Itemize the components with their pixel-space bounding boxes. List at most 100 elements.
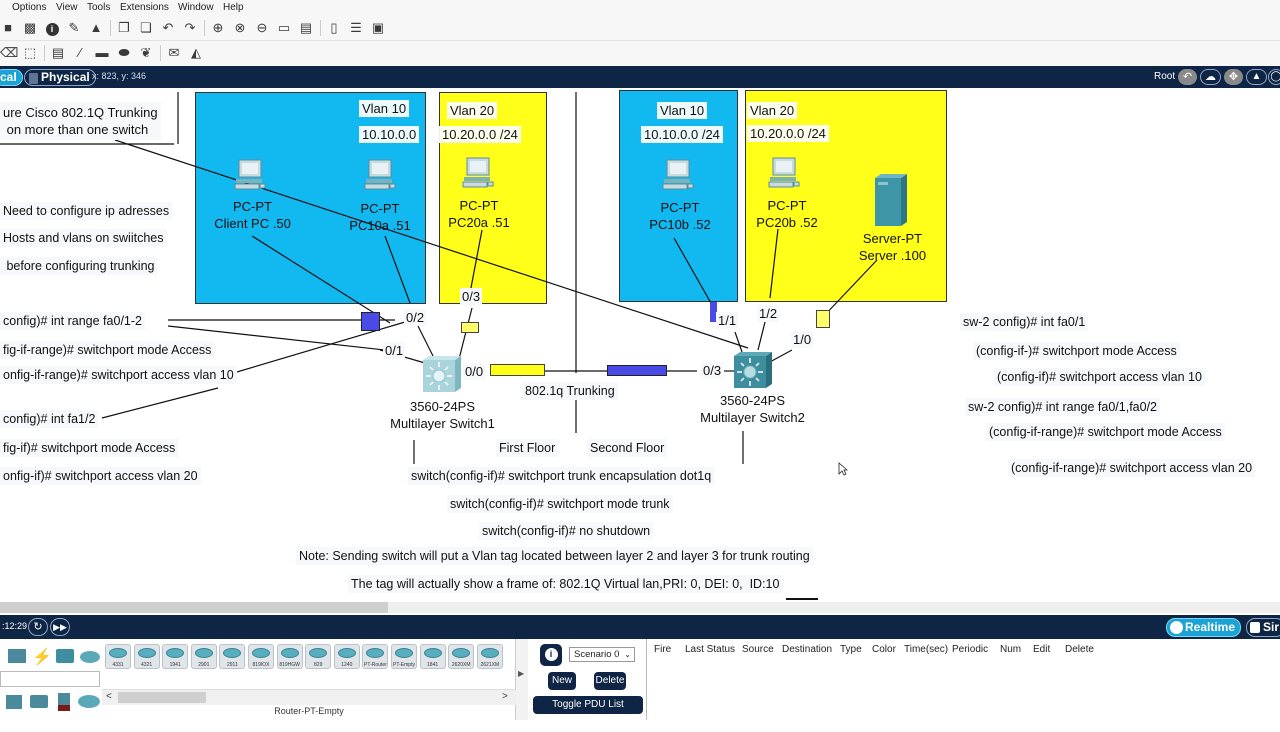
switch-category-icon[interactable] (8, 649, 26, 663)
zoom-out-icon[interactable]: ⊖ (254, 20, 270, 36)
column-header[interactable]: Color (872, 644, 896, 655)
switch-label[interactable]: 3560-24PS Multilayer Switch2 (680, 392, 825, 426)
device-model-2621xm[interactable]: 2621XM (476, 644, 503, 669)
pc-icon[interactable] (233, 158, 267, 192)
column-header[interactable]: Edit (1033, 644, 1050, 655)
device-label[interactable]: PC-PT Client PC .50 (200, 198, 305, 232)
menu-extensions[interactable]: Extensions (120, 2, 169, 13)
device-label[interactable]: PC-PT PC20b .52 (742, 197, 832, 231)
move-object-icon[interactable]: ✥ (1224, 69, 1243, 85)
wireless-icon[interactable] (30, 695, 48, 708)
note-icon[interactable]: ▤ (50, 45, 66, 61)
device-model-829[interactable]: 829 (305, 644, 332, 669)
hub-icon[interactable] (6, 695, 22, 709)
panel-splitter[interactable]: ▶ (516, 639, 528, 720)
menu-options[interactable]: Options (12, 2, 46, 13)
scrollbar-thumb[interactable] (0, 602, 388, 613)
connections-category-icon[interactable]: ⚡ (32, 647, 52, 667)
save-icon[interactable]: ■ (0, 20, 16, 36)
scroll-right-arrow[interactable]: > (502, 691, 508, 702)
physical-tab[interactable]: Physical (24, 69, 96, 86)
simulation-mode-button[interactable]: Sir (1246, 618, 1280, 637)
multilayer-switch-icon[interactable] (421, 354, 463, 394)
device-label[interactable]: PC-PT PC20a .51 (438, 197, 520, 231)
zoom-in-icon[interactable]: ⊕ (210, 20, 226, 36)
device-scrollbar[interactable]: < > (102, 689, 516, 705)
tile-icon[interactable]: ☰ (348, 20, 364, 36)
device-model-1841[interactable]: 1841 (419, 644, 446, 669)
fast-forward-icon[interactable]: ▶▶ (50, 618, 70, 636)
toggle-pdu-list-button[interactable]: Toggle PDU List Window (533, 696, 643, 728)
delete-icon[interactable]: ⌫ (0, 45, 18, 61)
info-icon[interactable]: i (44, 20, 60, 36)
add-complex-pdu-icon[interactable]: ◭ (188, 45, 204, 61)
scrollbar-thumb[interactable] (118, 692, 206, 703)
device-model-819iox[interactable]: 819IOX (248, 644, 274, 669)
pc-icon[interactable] (363, 158, 397, 192)
rectangle-icon[interactable]: ▬ (94, 45, 110, 61)
column-header[interactable]: Source (742, 644, 774, 655)
device-model-4331[interactable]: 4331 (105, 644, 131, 669)
power-cycle-icon[interactable]: ↻ (28, 618, 48, 636)
menu-help[interactable]: Help (223, 2, 244, 13)
viewport-icon[interactable]: ▯ (326, 20, 342, 36)
drawing-palette-icon[interactable]: ▭ (276, 20, 292, 36)
scenario-info-button[interactable]: i (540, 644, 562, 666)
delete-scenario-button[interactable]: Delete (594, 672, 626, 690)
activity-wizard-icon[interactable]: ✎ (66, 20, 82, 36)
realtime-mode-button[interactable]: Realtime (1166, 618, 1242, 637)
column-header[interactable]: Fire (654, 644, 671, 655)
device-model-2620xm[interactable]: 2620XM (448, 644, 475, 669)
device-model-1240[interactable]: 1240 (333, 644, 360, 669)
lab-icon[interactable]: ▲ (88, 20, 104, 36)
menu-tools[interactable]: Tools (87, 2, 110, 13)
canvas-horizontal-scrollbar[interactable] (0, 602, 1280, 613)
scroll-left-arrow[interactable]: < (106, 691, 112, 702)
column-header[interactable]: Type (840, 644, 862, 655)
add-simple-pdu-icon[interactable]: ✉ (166, 45, 182, 61)
switch-label[interactable]: 3560-24PS Multilayer Switch1 (370, 398, 515, 432)
column-header[interactable]: Destination (782, 644, 832, 655)
device-model-1941[interactable]: 1941 (162, 644, 189, 669)
device-model-819hgw[interactable]: 819HGW (276, 644, 303, 669)
multilayer-switch-icon[interactable] (732, 350, 774, 390)
column-header[interactable]: Last Status (685, 644, 735, 655)
menu-window[interactable]: Window (178, 2, 214, 13)
logical-tab[interactable]: cal (0, 69, 23, 86)
device-model-4321[interactable]: 4321 (133, 644, 160, 669)
pc-icon[interactable] (461, 156, 495, 190)
pc-icon[interactable] (661, 158, 695, 192)
device-search-box[interactable] (0, 671, 100, 687)
viewport-globe-icon[interactable]: ◯ (1268, 69, 1280, 85)
zoom-reset-icon[interactable]: ⊗ (232, 20, 248, 36)
new-scenario-button[interactable]: New (548, 672, 576, 690)
back-icon[interactable]: ↶ (1178, 69, 1197, 85)
background-image-icon[interactable]: ▲ (1246, 69, 1267, 85)
print-icon[interactable]: ▩ (22, 20, 38, 36)
freeform-icon[interactable]: ❦ (138, 45, 154, 61)
column-header[interactable]: Periodic (952, 644, 988, 655)
pc-icon[interactable] (767, 156, 801, 190)
device-model-pt-empty[interactable]: PT-Empty (391, 644, 417, 669)
column-header[interactable]: Delete (1065, 644, 1094, 655)
image-icon[interactable]: ▣ (370, 20, 386, 36)
security-icon[interactable] (58, 693, 70, 711)
undo-icon[interactable]: ↶ (160, 20, 176, 36)
menu-view[interactable]: View (56, 2, 78, 13)
column-header[interactable]: Time(sec) (904, 644, 948, 655)
device-label[interactable]: Server-PT Server .100 (845, 230, 940, 264)
redo-icon[interactable]: ↷ (182, 20, 198, 36)
misc-category-icon[interactable] (56, 649, 74, 663)
wan-emulation-icon[interactable] (78, 695, 100, 708)
multiuser-category-icon[interactable] (80, 651, 100, 663)
scenario-select[interactable]: Scenario 0 ⌄ (569, 647, 635, 662)
ellipse-icon[interactable]: ⬬ (116, 45, 132, 61)
device-model-2901[interactable]: 2901 (190, 644, 217, 669)
server-icon[interactable] (873, 172, 909, 228)
custom-device-icon[interactable]: ▤ (298, 20, 314, 36)
paste-icon[interactable]: ❏ (138, 20, 154, 36)
device-label[interactable]: PC-PT PC10b .52 (635, 199, 725, 233)
device-model-2911[interactable]: 2911 (219, 644, 246, 669)
resize-icon[interactable]: ⬚ (22, 45, 38, 61)
device-model-pt-router[interactable]: PT-Router (362, 644, 389, 669)
